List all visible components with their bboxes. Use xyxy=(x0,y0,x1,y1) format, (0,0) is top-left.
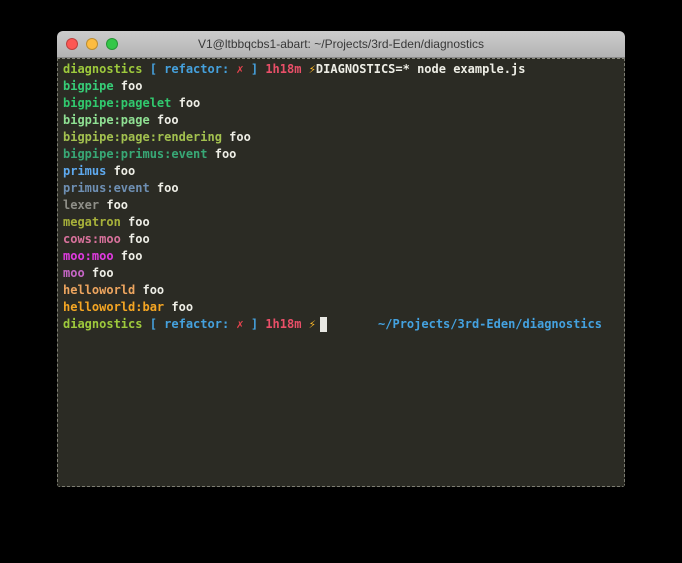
terminal-text-segment: foo xyxy=(114,78,143,95)
terminal-text-segment: [ refactor: xyxy=(150,316,237,333)
terminal-line: bigpipe:page foo xyxy=(63,112,619,129)
right-prompt-path: ~/Projects/3rd-Eden/diagnostics xyxy=(378,316,602,333)
terminal-line: primus foo xyxy=(63,163,619,180)
terminal-text-segment: [ refactor: xyxy=(150,61,237,78)
terminal-text-segment: bigpipe:page:rendering xyxy=(63,129,222,146)
terminal-text-segment: moo xyxy=(63,265,85,282)
terminal-text-segment: cows:moo xyxy=(63,231,121,248)
terminal-text-segment: bigpipe:primus:event xyxy=(63,146,208,163)
terminal-text-segment: helloworld:bar xyxy=(63,299,164,316)
terminal-text-segment: ] xyxy=(244,316,266,333)
terminal-text-segment: bigpipe:page xyxy=(63,112,150,129)
terminal-cursor xyxy=(320,317,327,332)
terminal-text-segment: foo xyxy=(121,214,150,231)
terminal-text-segment: foo xyxy=(222,129,251,146)
terminal-output: diagnostics [ refactor: ✗ ] 1h18m ⚡DIAGN… xyxy=(63,61,619,333)
terminal-line: helloworld foo xyxy=(63,282,619,299)
terminal-text-segment: bigpipe:pagelet xyxy=(63,95,171,112)
terminal-line: lexer foo xyxy=(63,197,619,214)
terminal-line: bigpipe:pagelet foo xyxy=(63,95,619,112)
terminal-text-segment: megatron xyxy=(63,214,121,231)
terminal-line: moo:moo foo xyxy=(63,248,619,265)
terminal-content[interactable]: diagnostics [ refactor: ✗ ] 1h18m ⚡DIAGN… xyxy=(57,58,625,487)
desktop: { "window": { "title": "V1@ltbbqcbs1-aba… xyxy=(0,0,682,563)
window-title: V1@ltbbqcbs1-abart: ~/Projects/3rd-Eden/… xyxy=(198,31,484,57)
terminal-text-segment: ✗ xyxy=(236,61,243,78)
terminal-window: V1@ltbbqcbs1-abart: ~/Projects/3rd-Eden/… xyxy=(57,31,625,487)
terminal-text-segment: DIAGNOSTICS=* node example.js xyxy=(316,61,526,78)
terminal-text-segment: primus:event xyxy=(63,180,150,197)
close-button[interactable] xyxy=(66,38,78,50)
terminal-text-segment: helloworld xyxy=(63,282,135,299)
terminal-text-segment: ⚡ xyxy=(309,61,316,78)
terminal-text-segment: foo xyxy=(121,231,150,248)
terminal-text-segment: foo xyxy=(85,265,114,282)
terminal-text-segment: foo xyxy=(171,95,200,112)
terminal-text-segment: 1h18m xyxy=(265,316,308,333)
terminal-text-segment: ⚡ xyxy=(309,316,316,333)
terminal-text-segment: moo:moo xyxy=(63,248,114,265)
terminal-text-segment: foo xyxy=(150,180,179,197)
terminal-line: helloworld:bar foo xyxy=(63,299,619,316)
terminal-text-segment: foo xyxy=(208,146,237,163)
terminal-line: megatron foo xyxy=(63,214,619,231)
terminal-text-segment: lexer xyxy=(63,197,99,214)
terminal-text-segment: 1h18m xyxy=(265,61,308,78)
terminal-line: diagnostics [ refactor: ✗ ] 1h18m ⚡ ~/Pro… xyxy=(63,316,619,333)
terminal-line: bigpipe:page:rendering foo xyxy=(63,129,619,146)
terminal-text-segment: foo xyxy=(114,248,143,265)
zoom-button[interactable] xyxy=(106,38,118,50)
terminal-text-segment: ] xyxy=(244,61,266,78)
terminal-line: primus:event foo xyxy=(63,180,619,197)
terminal-line: cows:moo foo xyxy=(63,231,619,248)
terminal-text-segment: foo xyxy=(135,282,164,299)
traffic-lights xyxy=(66,38,118,50)
terminal-text-segment: foo xyxy=(150,112,179,129)
terminal-line: diagnostics [ refactor: ✗ ] 1h18m ⚡DIAGN… xyxy=(63,61,619,78)
terminal-line: bigpipe:primus:event foo xyxy=(63,146,619,163)
terminal-line: bigpipe foo xyxy=(63,78,619,95)
terminal-text-segment: diagnostics xyxy=(63,61,150,78)
terminal-text-segment: foo xyxy=(106,163,135,180)
terminal-line: moo foo xyxy=(63,265,619,282)
terminal-text-segment: bigpipe xyxy=(63,78,114,95)
window-titlebar[interactable]: V1@ltbbqcbs1-abart: ~/Projects/3rd-Eden/… xyxy=(57,31,625,58)
terminal-text-segment: diagnostics xyxy=(63,316,150,333)
minimize-button[interactable] xyxy=(86,38,98,50)
terminal-text-segment: ✗ xyxy=(236,316,243,333)
terminal-text-segment: foo xyxy=(164,299,193,316)
terminal-text-segment: primus xyxy=(63,163,106,180)
terminal-text-segment: foo xyxy=(99,197,128,214)
